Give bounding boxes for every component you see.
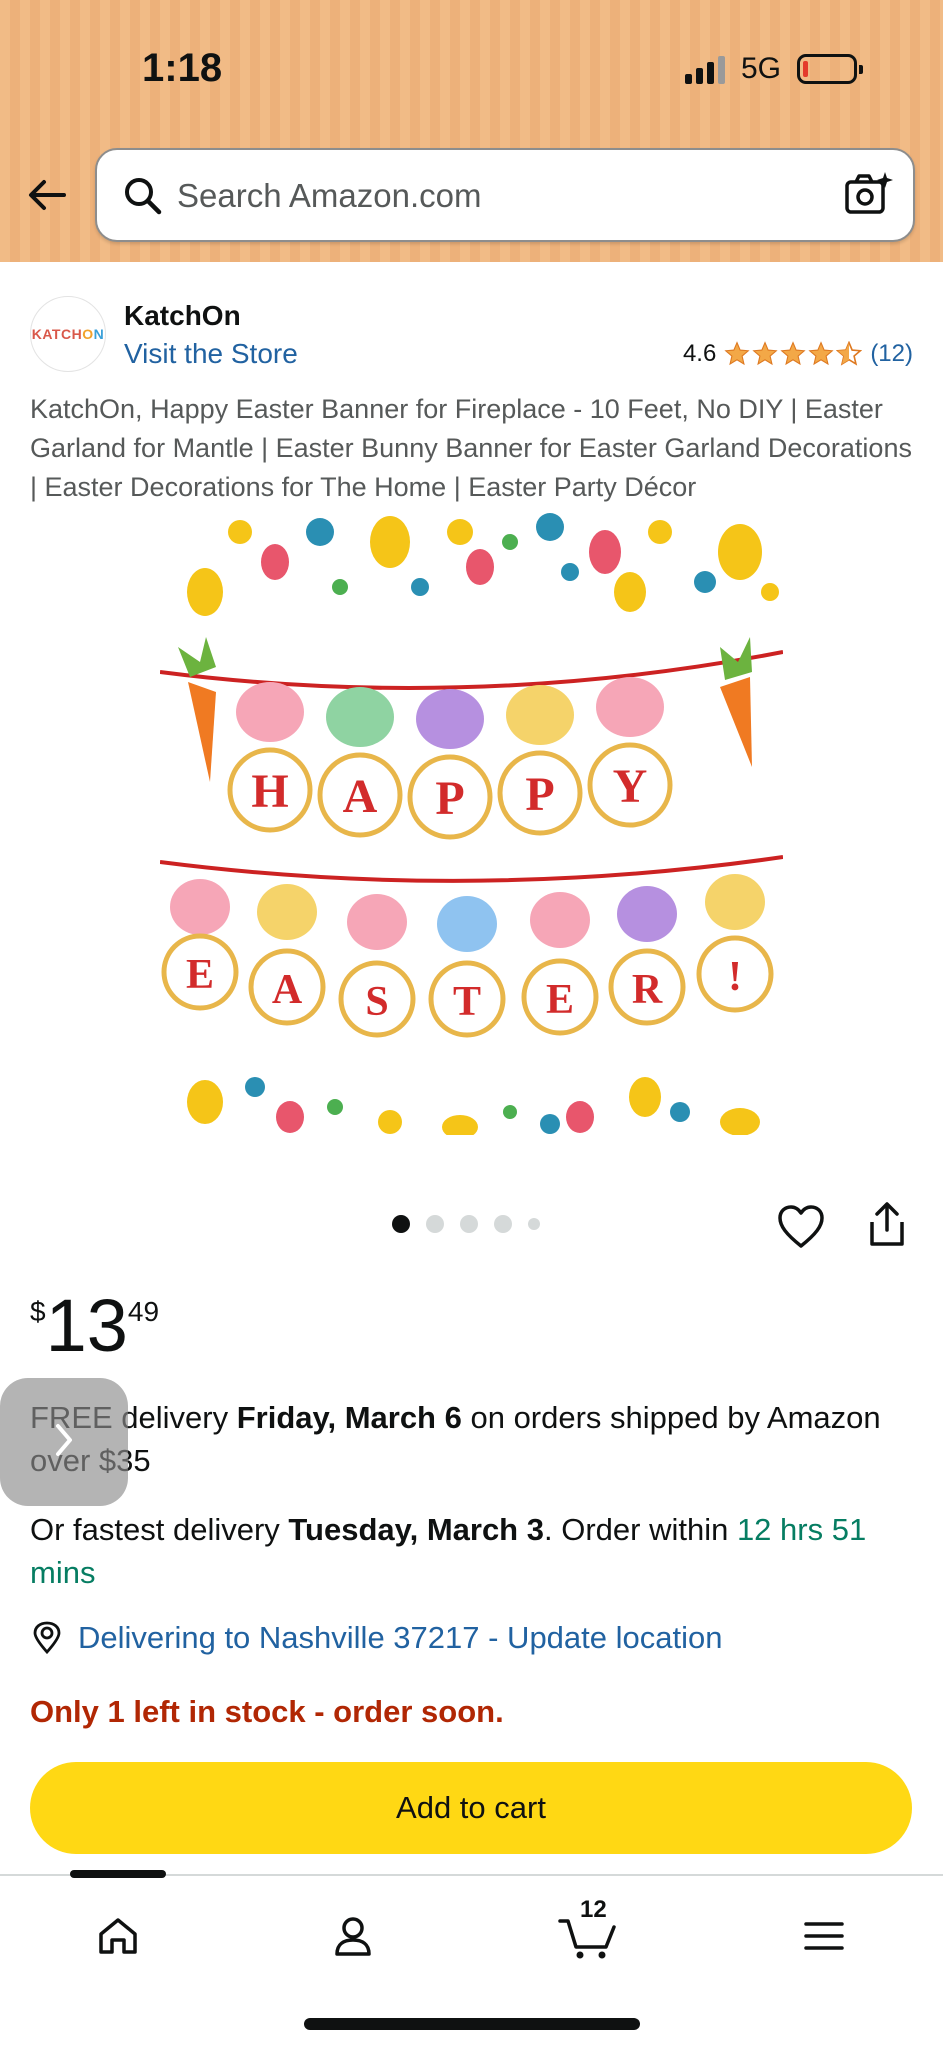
floating-accessibility-button[interactable]	[0, 1378, 128, 1506]
banner-letter: A	[343, 770, 378, 823]
brand-logo-text: KATCH	[31, 326, 83, 342]
network-label: 5G	[740, 52, 781, 85]
price-symbol: $	[30, 1296, 46, 1327]
free-delivery-date: Friday, March 6	[236, 1400, 462, 1435]
review-count[interactable]: (12)	[870, 340, 913, 368]
camera-search-icon[interactable]	[843, 170, 893, 220]
banner-letter: H	[251, 765, 288, 818]
banner-letter: E	[546, 977, 574, 1023]
banner-letter: A	[272, 967, 303, 1013]
carousel-dot[interactable]	[494, 1215, 512, 1233]
carousel-dot[interactable]	[528, 1218, 540, 1230]
rating-stars	[724, 341, 863, 367]
top-header: 1:18 5G	[0, 0, 943, 262]
carousel-dot-active[interactable]	[392, 1215, 410, 1233]
carousel-dot[interactable]	[460, 1215, 478, 1233]
person-icon	[335, 1917, 371, 1956]
home-icon	[99, 1918, 137, 1954]
battery-icon	[797, 54, 863, 84]
price: $ 13 49	[30, 1284, 160, 1367]
brand-logo[interactable]: KATCH O N	[30, 296, 106, 372]
brand-logo-text-n: N	[93, 326, 105, 342]
brand-logo-text-o: O	[82, 326, 94, 342]
banner-row-2: E A S T E R !	[161, 874, 774, 1038]
delivery-location[interactable]: Delivering to Nashville 37217 - Update l…	[30, 1620, 722, 1656]
status-indicators: 5G	[684, 52, 863, 86]
hamburger-menu-icon	[804, 1922, 844, 1950]
search-input[interactable]	[177, 162, 817, 230]
rating-summary[interactable]: 4.6 (12)	[683, 340, 913, 368]
carousel-dot[interactable]	[426, 1215, 444, 1233]
nav-account[interactable]	[323, 1906, 383, 1966]
add-to-cart-button[interactable]: Add to cart	[30, 1762, 912, 1854]
fastest-delivery-middle: . Order within	[543, 1512, 737, 1547]
free-delivery-message: FREE delivery Friday, March 6 on orders …	[30, 1396, 910, 1482]
product-title: KatchOn, Happy Easter Banner for Firepla…	[30, 394, 912, 502]
brand-name: KatchOn	[124, 300, 241, 331]
cart-count-badge: 12	[580, 1896, 607, 1923]
easter-banner-illustration: H A P P Y E A S T E R !	[160, 513, 783, 1135]
fastest-delivery-date: Tuesday, March 3	[288, 1512, 544, 1547]
heart-icon[interactable]	[776, 1202, 826, 1252]
fastest-delivery-prefix: Or fastest delivery	[30, 1512, 289, 1547]
nav-home[interactable]	[88, 1906, 148, 1966]
visit-store-link[interactable]: Visit the Store	[124, 338, 298, 370]
star-icon	[724, 341, 750, 366]
banner-letter: S	[365, 979, 388, 1025]
banner-letter: P	[435, 772, 464, 825]
share-icon[interactable]	[862, 1200, 912, 1250]
banner-letter: E	[186, 952, 214, 998]
stock-warning: Only 1 left in stock - order soon.	[30, 1694, 504, 1729]
signal-icon	[684, 54, 725, 84]
banner-row-1: H A P P Y	[227, 677, 673, 840]
price-fraction: 49	[127, 1296, 160, 1327]
location-pin-icon	[33, 1621, 61, 1655]
price-whole: 13	[45, 1284, 128, 1367]
banner-letter: R	[632, 967, 663, 1013]
floral-top	[187, 513, 779, 616]
nav-menu[interactable]	[794, 1906, 854, 1966]
image-carousel-dots[interactable]	[392, 1215, 540, 1233]
search-bar[interactable]	[95, 148, 915, 242]
search-icon	[121, 174, 165, 218]
home-indicator	[304, 2018, 640, 2030]
star-icon	[808, 341, 834, 366]
active-tab-indicator	[70, 1870, 166, 1878]
delivery-location-link[interactable]: Delivering to Nashville 37217 - Update l…	[78, 1620, 722, 1656]
star-icon	[752, 341, 778, 366]
banner-letter: Y	[613, 760, 648, 813]
banner-letter: !	[728, 954, 742, 1000]
rating-value: 4.6	[682, 340, 717, 367]
floral-bottom	[187, 1077, 760, 1135]
half-star-icon	[836, 341, 863, 366]
banner-letter: T	[453, 979, 481, 1025]
star-icon	[780, 341, 806, 366]
back-arrow-icon[interactable]	[24, 172, 70, 218]
product-image[interactable]: H A P P Y E A S T E R !	[160, 512, 783, 1135]
banner-letter: P	[525, 768, 554, 821]
status-time: 1:18	[142, 46, 223, 90]
fastest-delivery-message: Or fastest delivery Tuesday, March 3. Or…	[30, 1508, 920, 1594]
